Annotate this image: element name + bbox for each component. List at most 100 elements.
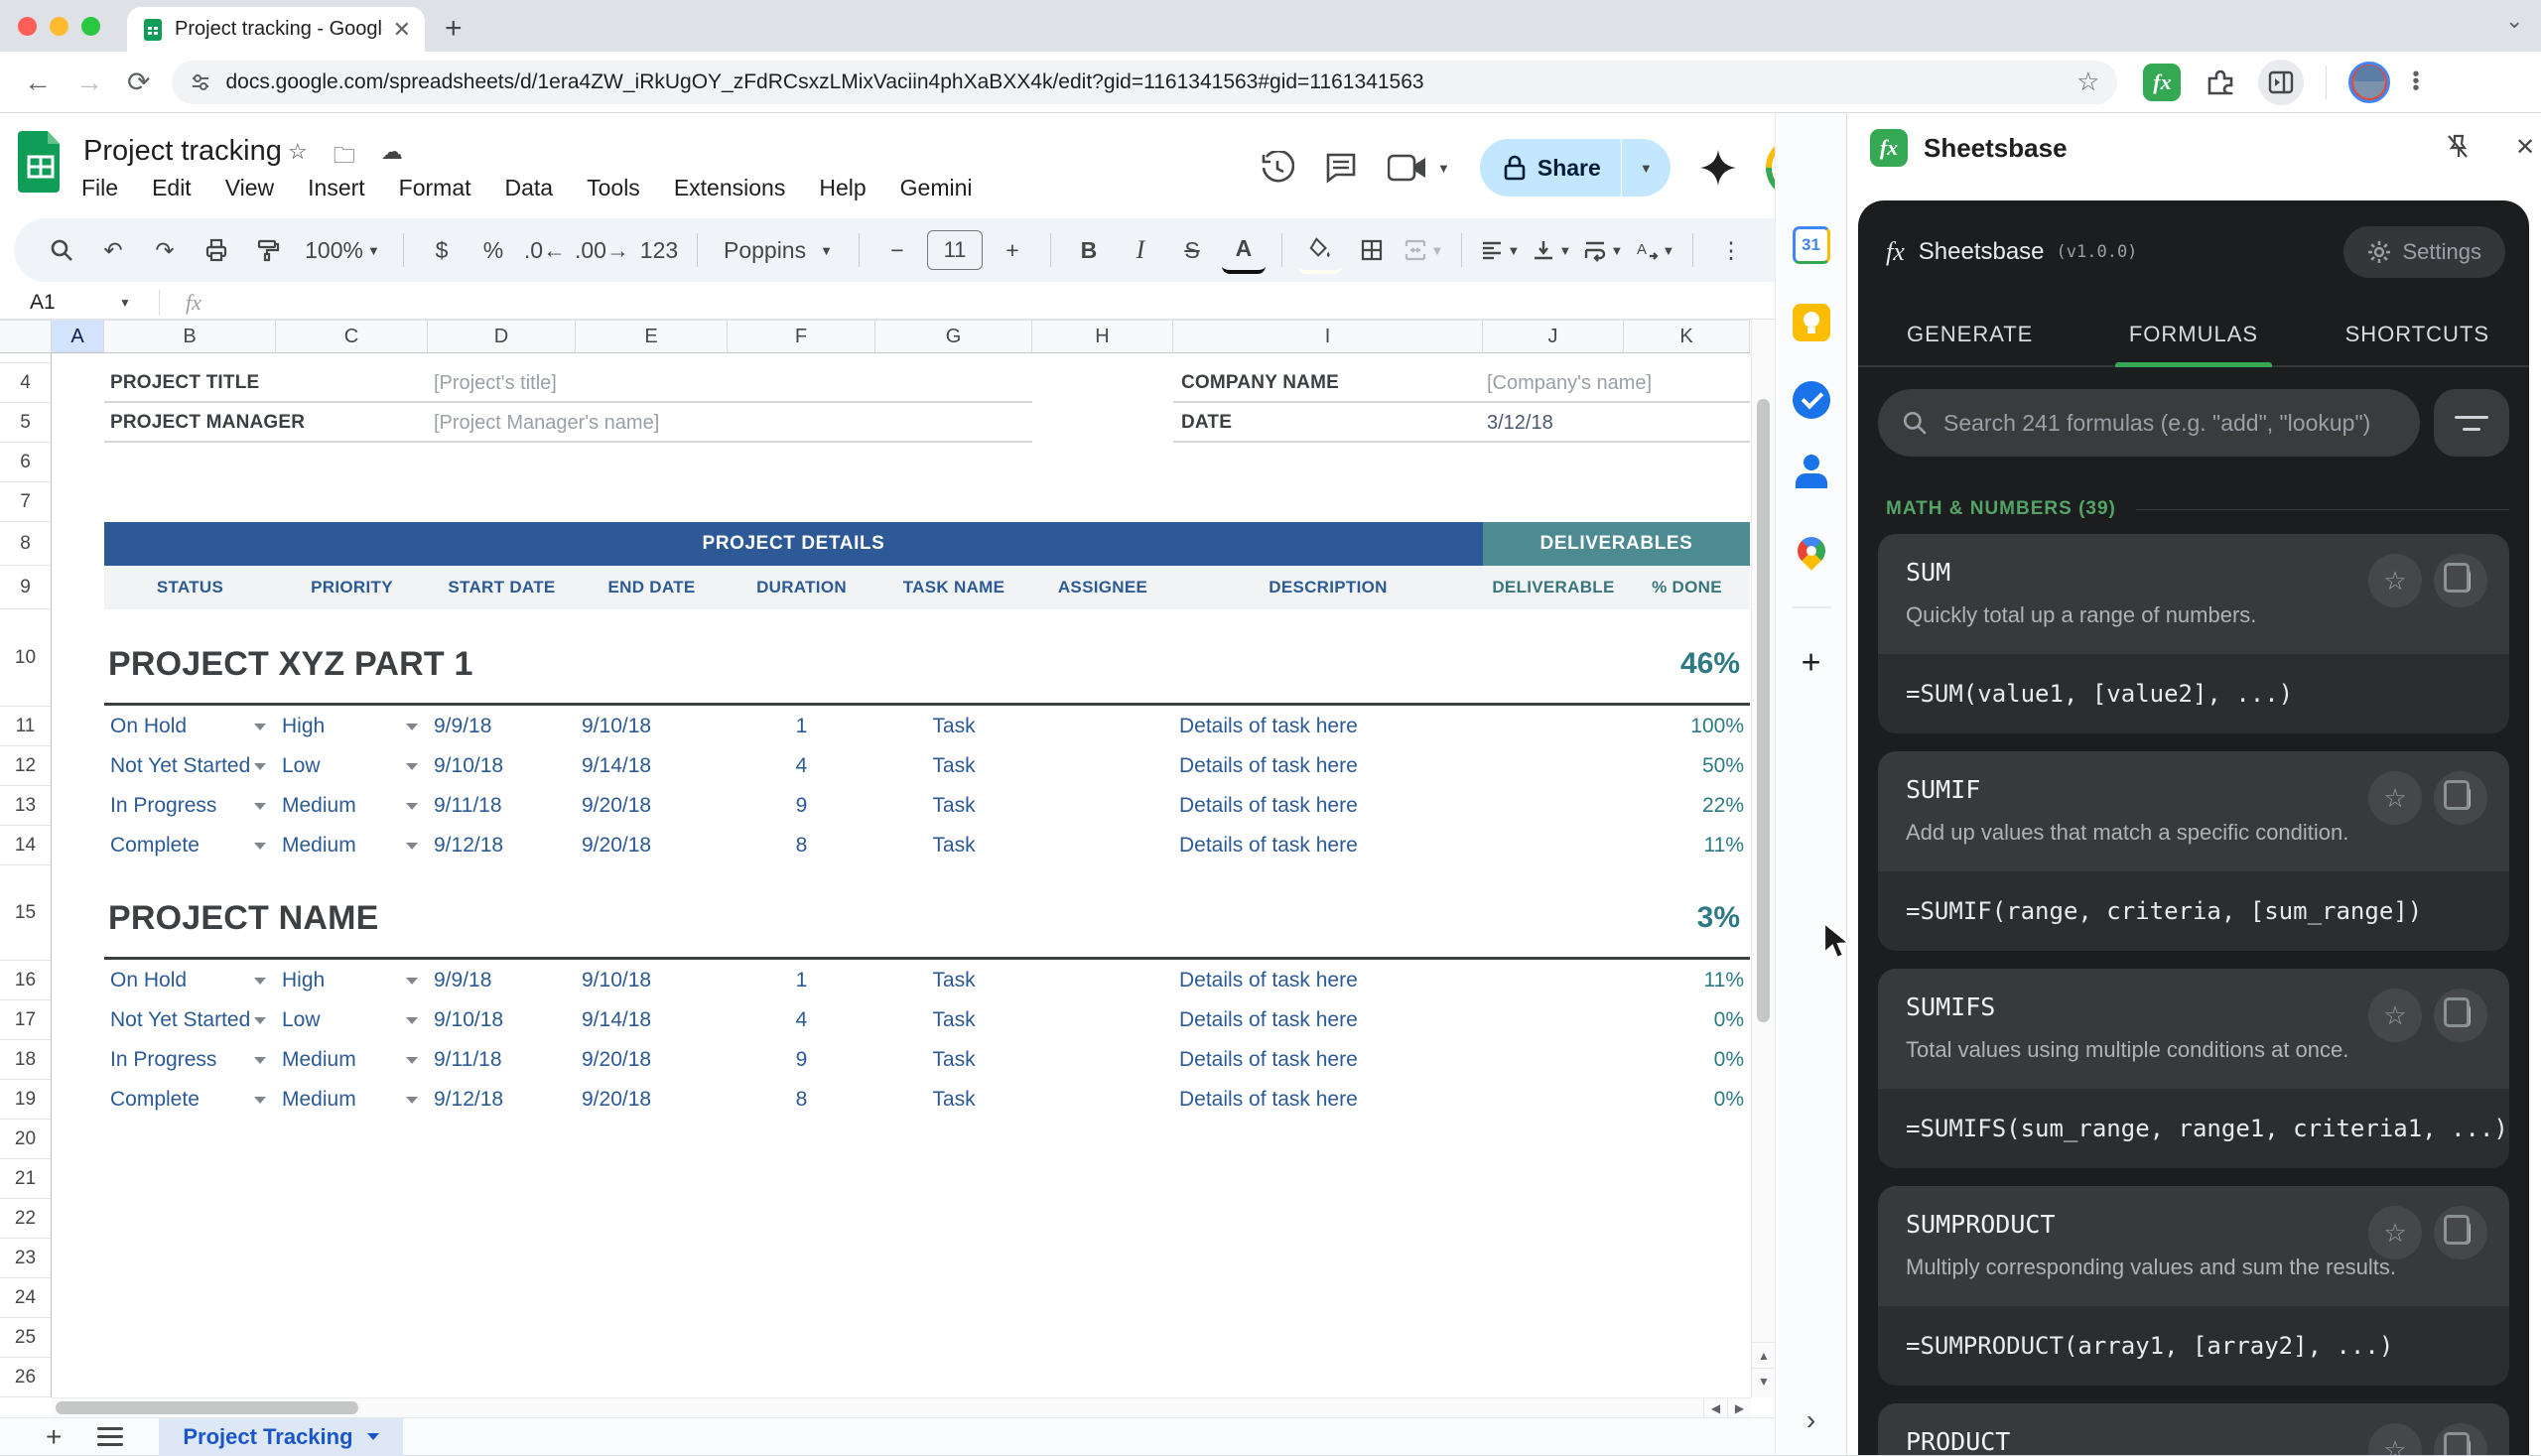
priority-cell[interactable]: Medium <box>282 826 422 865</box>
name-box[interactable]: A1 <box>0 291 119 315</box>
tasks-icon[interactable] <box>1793 381 1830 419</box>
all-sheets-icon[interactable] <box>97 1422 123 1451</box>
end-date-cell[interactable]: 9/20/18 <box>582 786 722 826</box>
status-cell[interactable]: On Hold <box>110 707 270 746</box>
percent-done-cell[interactable]: 11% <box>1630 826 1744 865</box>
menu-data[interactable]: Data <box>505 175 554 201</box>
zoom-select[interactable]: 100%▼ <box>298 226 387 274</box>
formula-search-input[interactable] <box>1943 410 2396 437</box>
start-date-cell[interactable]: 9/11/18 <box>434 786 570 826</box>
favorite-star-icon[interactable]: ☆ <box>2368 1423 2422 1455</box>
column-header-K[interactable]: K <box>1624 320 1750 353</box>
forward-button[interactable]: → <box>75 66 103 98</box>
menu-view[interactable]: View <box>225 175 274 201</box>
copy-formula-icon[interactable] <box>2434 1423 2487 1455</box>
move-folder-icon[interactable]: 🗀 <box>334 139 355 177</box>
menu-file[interactable]: File <box>81 175 118 201</box>
start-date-cell[interactable]: 9/9/18 <box>434 707 570 746</box>
status-cell[interactable]: Complete <box>110 1080 270 1120</box>
duration-cell[interactable]: 4 <box>734 1000 869 1040</box>
tab-generate[interactable]: GENERATE <box>1858 306 2081 365</box>
select-all-corner[interactable] <box>0 320 52 353</box>
section-title[interactable]: PROJECT NAME <box>108 899 1002 945</box>
description-cell[interactable]: Details of task here <box>1179 786 1477 826</box>
text-rotation-icon[interactable]: A ▼ <box>1633 226 1676 274</box>
back-button[interactable]: ← <box>24 66 52 98</box>
browser-tab[interactable]: Project tracking - Google She ✕ <box>127 7 425 52</box>
text-color-icon[interactable]: A <box>1222 226 1266 274</box>
share-options-caret[interactable]: ▼ <box>1622 161 1671 176</box>
column-header-H[interactable]: H <box>1032 320 1173 353</box>
task-name-cell[interactable]: Task <box>881 1080 1026 1120</box>
format-percent-icon[interactable]: % <box>471 226 515 274</box>
section-percent[interactable]: 46% <box>1624 647 1740 691</box>
row-header-13[interactable]: 13 <box>0 786 52 826</box>
formula-syntax[interactable]: =SUM(value1, [value2], ...) <box>1878 654 2509 733</box>
borders-icon[interactable] <box>1350 226 1394 274</box>
formula-card-sumproduct[interactable]: SUMPRODUCTMultiply corresponding values … <box>1878 1186 2509 1386</box>
row-header-6[interactable]: 6 <box>0 443 52 482</box>
row-header-9[interactable]: 9 <box>0 566 52 609</box>
copy-formula-icon[interactable] <box>2434 1206 2487 1259</box>
info-value[interactable]: [Project's title] <box>434 363 831 403</box>
description-cell[interactable]: Details of task here <box>1179 826 1477 865</box>
description-cell[interactable]: Details of task here <box>1179 961 1477 1000</box>
info-value[interactable]: [Company's name] <box>1487 363 1745 403</box>
row-header-23[interactable]: 23 <box>0 1239 52 1278</box>
favorite-star-icon[interactable]: ☆ <box>2368 989 2422 1042</box>
print-icon[interactable] <box>195 226 238 274</box>
column-header-A[interactable]: A <box>52 320 104 353</box>
task-name-cell[interactable]: Task <box>881 1040 1026 1080</box>
column-header-I[interactable]: I <box>1173 320 1483 353</box>
copy-formula-icon[interactable] <box>2434 554 2487 607</box>
menu-insert[interactable]: Insert <box>308 175 365 201</box>
row-header-21[interactable]: 21 <box>0 1159 52 1199</box>
filter-button[interactable] <box>2434 389 2509 457</box>
bookmark-star-icon[interactable]: ☆ <box>2076 66 2099 97</box>
font-select[interactable]: Poppins▼ <box>714 226 843 274</box>
unpin-icon[interactable] <box>2444 133 2472 161</box>
task-name-cell[interactable]: Task <box>881 961 1026 1000</box>
duration-cell[interactable]: 8 <box>734 1080 869 1120</box>
sheetsbase-extension-icon[interactable]: fx <box>2143 64 2181 101</box>
section-percent[interactable]: 3% <box>1624 901 1740 945</box>
meet-button[interactable]: ▼ <box>1388 153 1450 183</box>
site-settings-icon[interactable] <box>190 71 211 93</box>
format-currency-icon[interactable]: $ <box>420 226 464 274</box>
row-header-15[interactable]: 15 <box>0 865 52 961</box>
description-cell[interactable]: Details of task here <box>1179 707 1477 746</box>
percent-done-cell[interactable]: 11% <box>1630 961 1744 1000</box>
version-history-icon[interactable] <box>1261 151 1294 185</box>
row-header-20[interactable]: 20 <box>0 1120 52 1159</box>
get-addons-icon[interactable]: + <box>1802 644 1821 683</box>
start-date-cell[interactable]: 9/10/18 <box>434 746 570 786</box>
start-date-cell[interactable]: 9/12/18 <box>434 1080 570 1120</box>
menu-gemini[interactable]: Gemini <box>900 175 973 201</box>
minimize-window-button[interactable] <box>50 17 68 36</box>
menu-tools[interactable]: Tools <box>587 175 640 201</box>
duration-cell[interactable]: 1 <box>734 961 869 1000</box>
row-header-8[interactable]: 8 <box>0 522 52 566</box>
decrease-font-size-icon[interactable]: − <box>875 226 919 274</box>
task-name-cell[interactable]: Task <box>881 786 1026 826</box>
start-date-cell[interactable]: 9/11/18 <box>434 1040 570 1080</box>
settings-button[interactable]: Settings <box>2343 226 2506 278</box>
dropdown-caret-icon[interactable] <box>254 1097 266 1104</box>
address-bar[interactable]: docs.google.com/spreadsheets/d/1era4ZW_i… <box>172 61 2117 104</box>
side-panel-toggle[interactable] <box>2258 60 2304 105</box>
vertical-scrollbar[interactable]: ▲ ▼ <box>1751 320 1775 1397</box>
formula-syntax[interactable]: =SUMIFS(sum_range, range1, criteria1, ..… <box>1878 1089 2509 1168</box>
column-header-E[interactable]: E <box>576 320 728 353</box>
task-name-cell[interactable]: Task <box>881 1000 1026 1040</box>
decrease-decimals-icon[interactable]: .0← <box>523 226 567 274</box>
keep-icon[interactable] <box>1793 304 1830 341</box>
duration-cell[interactable]: 9 <box>734 786 869 826</box>
dropdown-caret-icon[interactable] <box>406 843 418 850</box>
formula-card-product[interactable]: PRODUCTMultiply all numbers in a range t… <box>1878 1403 2509 1455</box>
end-date-cell[interactable]: 9/14/18 <box>582 1000 722 1040</box>
horizontal-align-icon[interactable]: ▼ <box>1478 226 1522 274</box>
end-date-cell[interactable]: 9/14/18 <box>582 746 722 786</box>
formula-card-sumifs[interactable]: SUMIFSTotal values using multiple condit… <box>1878 969 2509 1168</box>
hide-side-panel-icon[interactable]: › <box>1806 1404 1815 1436</box>
row-header-17[interactable]: 17 <box>0 1000 52 1040</box>
